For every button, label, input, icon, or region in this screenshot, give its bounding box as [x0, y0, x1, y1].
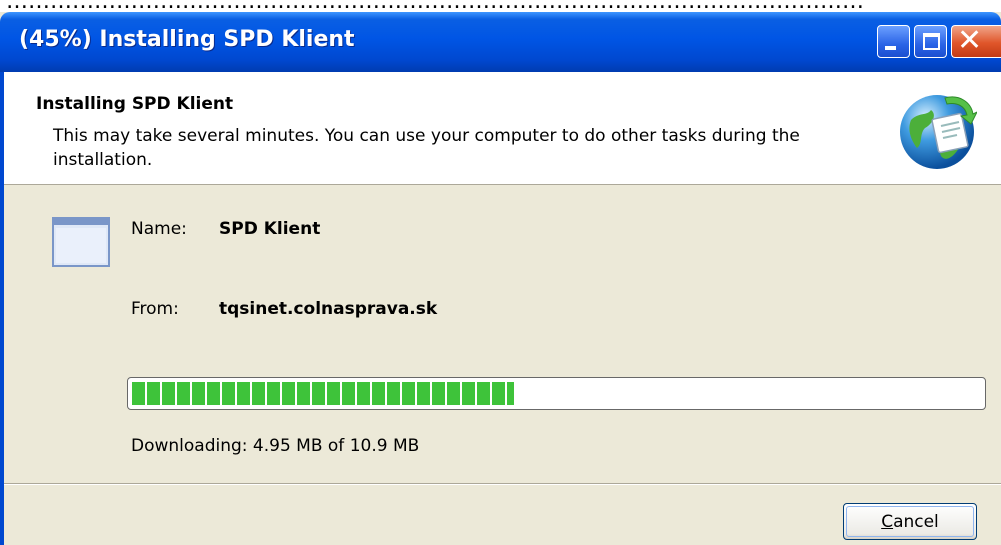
- cancel-button[interactable]: Cancel: [843, 503, 977, 540]
- download-status: Downloading: 4.95 MB of 10.9 MB: [131, 436, 420, 456]
- window-title: (45%) Installing SPD Klient: [19, 27, 355, 52]
- from-value: tqsinet.colnasprava.sk: [219, 299, 438, 319]
- maximize-button[interactable]: [914, 25, 947, 58]
- cancel-label: ancel: [893, 512, 939, 532]
- minimize-button[interactable]: [877, 25, 910, 58]
- cancel-mnemonic: C: [881, 512, 894, 532]
- name-label: Name:: [131, 219, 187, 239]
- progress-fill: [132, 382, 515, 405]
- installer-window: (45%) Installing SPD Klient ✕ Installing…: [0, 12, 1001, 545]
- globe-install-icon: [900, 95, 977, 169]
- name-value: SPD Klient: [219, 219, 321, 239]
- title-bar[interactable]: (45%) Installing SPD Klient ✕: [0, 12, 1001, 72]
- minimize-icon: [885, 46, 896, 50]
- download-progress-bar: [127, 377, 986, 410]
- maximize-icon: [923, 33, 940, 50]
- cropped-text-strip: ………………………………………………………………………………………………………: [0, 0, 1001, 12]
- cropped-text: ………………………………………………………………………………………………………: [6, 0, 864, 12]
- application-window-icon: [52, 217, 110, 267]
- header-title: Installing SPD Klient: [36, 94, 234, 114]
- footer-divider: [4, 483, 1001, 485]
- close-button[interactable]: ✕: [951, 23, 1001, 58]
- dialog-header: Installing SPD Klient This may take seve…: [4, 72, 1001, 185]
- from-label: From:: [131, 299, 179, 319]
- close-icon: ✕: [957, 23, 983, 58]
- header-subtitle: This may take several minutes. You can u…: [53, 126, 800, 170]
